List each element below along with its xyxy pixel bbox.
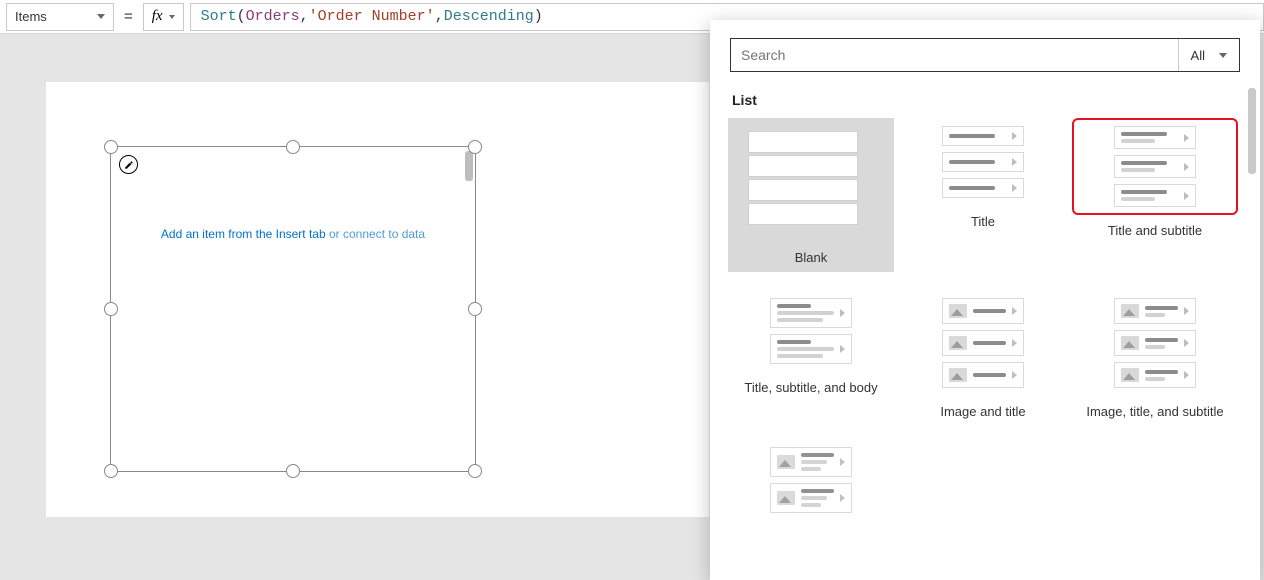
token-string: 'Order Number': [309, 8, 435, 25]
layout-label: Image, title, and subtitle: [1072, 404, 1238, 420]
layout-thumb-image-title: [908, 298, 1058, 388]
selected-gallery-control[interactable]: Add an item from the Insert tab or conne…: [110, 146, 476, 472]
chevron-right-icon: [1012, 307, 1017, 315]
token-identifier: Orders: [246, 8, 300, 25]
image-placeholder-icon: [949, 336, 967, 350]
inner-scrollbar[interactable]: [465, 151, 473, 181]
chevron-right-icon: [1012, 158, 1017, 166]
search-input[interactable]: [731, 39, 1178, 71]
image-placeholder-icon: [777, 491, 795, 505]
chevron-right-icon: [840, 494, 845, 502]
resize-handle[interactable]: [286, 140, 300, 154]
property-dropdown-label: Items: [15, 9, 47, 24]
hint-link-insert[interactable]: Add an item from the Insert tab: [161, 227, 329, 241]
panel-body: List Blank Title: [710, 82, 1260, 580]
resize-handle[interactable]: [104, 140, 118, 154]
chevron-right-icon: [1012, 184, 1017, 192]
chevron-right-icon: [840, 309, 845, 317]
image-placeholder-icon: [1121, 336, 1139, 350]
layout-thumb-blank: [728, 118, 878, 238]
edit-pencil-icon[interactable]: [119, 155, 138, 174]
layout-label: Title: [900, 214, 1066, 230]
layout-option-title-subtitle-body[interactable]: Title, subtitle, and body: [728, 290, 894, 420]
chevron-right-icon: [1184, 307, 1189, 315]
layout-option-image-title[interactable]: Image and title: [900, 290, 1066, 420]
chevron-down-icon: [1219, 53, 1227, 58]
section-title: List: [732, 92, 1244, 108]
layout-label: Title, subtitle, and body: [728, 380, 894, 396]
image-placeholder-icon: [1121, 368, 1139, 382]
token-function: Sort: [201, 8, 237, 25]
layout-thumb-image-title-subtitle: [1080, 298, 1230, 388]
chevron-right-icon: [840, 458, 845, 466]
fx-label: fx: [152, 8, 163, 25]
layout-label: Title and subtitle: [1072, 223, 1238, 239]
search-row: All: [730, 38, 1240, 72]
resize-handle[interactable]: [286, 464, 300, 478]
image-placeholder-icon: [949, 368, 967, 382]
chevron-right-icon: [840, 345, 845, 353]
chevron-right-icon: [1184, 371, 1189, 379]
chevron-down-icon: [169, 15, 175, 19]
filter-label: All: [1191, 48, 1205, 63]
layout-option-blank[interactable]: Blank: [728, 118, 894, 272]
chevron-right-icon: [1184, 339, 1189, 347]
property-dropdown[interactable]: Items: [6, 3, 114, 31]
fx-dropdown[interactable]: fx: [143, 3, 184, 31]
image-placeholder-icon: [949, 304, 967, 318]
filter-dropdown[interactable]: All: [1178, 39, 1239, 71]
layout-option-more[interactable]: [728, 439, 894, 521]
chevron-down-icon: [97, 14, 105, 19]
chevron-right-icon: [1184, 163, 1189, 171]
hint-link-data[interactable]: or connect to data: [329, 227, 425, 241]
resize-handle[interactable]: [468, 464, 482, 478]
canvas[interactable]: Add an item from the Insert tab or conne…: [46, 82, 709, 517]
image-placeholder-icon: [1121, 304, 1139, 318]
token-keyword: Descending: [444, 8, 534, 25]
layout-grid: Blank Title Title and subtitle: [728, 118, 1244, 521]
resize-handle[interactable]: [104, 302, 118, 316]
layout-option-title[interactable]: Title: [900, 118, 1066, 272]
layout-thumb-title-subtitle: [1080, 126, 1230, 207]
layout-thumb-more: [736, 447, 886, 513]
chevron-right-icon: [1012, 339, 1017, 347]
panel-scrollbar[interactable]: [1248, 88, 1256, 174]
layout-thumb-title-subtitle-body: [736, 298, 886, 364]
resize-handle[interactable]: [468, 140, 482, 154]
image-placeholder-icon: [777, 455, 795, 469]
gallery-empty-hint: Add an item from the Insert tab or conne…: [111, 227, 475, 241]
layout-option-title-subtitle[interactable]: Title and subtitle: [1072, 118, 1238, 272]
chevron-right-icon: [1012, 371, 1017, 379]
layout-label: Image and title: [900, 404, 1066, 420]
chevron-right-icon: [1184, 192, 1189, 200]
layout-picker-panel: All List Blank: [710, 20, 1260, 580]
layout-label: Blank: [728, 250, 894, 266]
equals-sign: =: [124, 8, 133, 25]
chevron-right-icon: [1184, 134, 1189, 142]
resize-handle[interactable]: [468, 302, 482, 316]
layout-thumb-title: [908, 126, 1058, 198]
chevron-right-icon: [1012, 132, 1017, 140]
layout-option-image-title-subtitle[interactable]: Image, title, and subtitle: [1072, 290, 1238, 420]
resize-handle[interactable]: [104, 464, 118, 478]
